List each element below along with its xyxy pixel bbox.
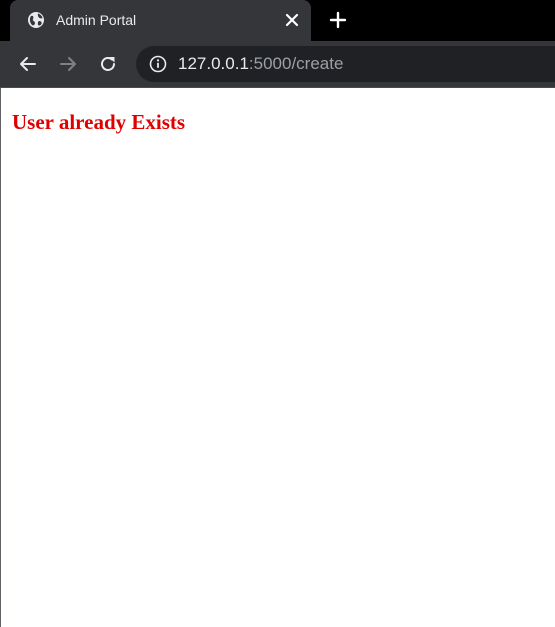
address-bar[interactable]: 127.0.0.1:5000/create <box>136 46 555 82</box>
close-icon[interactable] <box>283 11 301 29</box>
error-message: User already Exists <box>12 110 186 134</box>
url-text[interactable]: 127.0.0.1:5000/create <box>178 54 343 74</box>
tab-strip: Admin Portal <box>0 0 555 41</box>
url-path: :5000/create <box>248 54 344 73</box>
arrow-right-icon[interactable] <box>57 53 79 75</box>
browser-toolbar: 127.0.0.1:5000/create <box>0 41 555 87</box>
info-icon[interactable] <box>149 55 167 73</box>
tab-admin-portal[interactable]: Admin Portal <box>10 0 311 41</box>
url-host: 127.0.0.1 <box>178 54 249 73</box>
reload-icon[interactable] <box>97 53 119 75</box>
globe-icon <box>28 12 44 28</box>
tab-title: Admin Portal <box>56 12 137 28</box>
plus-icon[interactable] <box>328 10 348 30</box>
page-content: User already Exists <box>0 88 555 627</box>
browser-window: Admin Portal 127.0.0.1:5000/create User … <box>0 0 555 627</box>
arrow-left-icon[interactable] <box>17 53 39 75</box>
